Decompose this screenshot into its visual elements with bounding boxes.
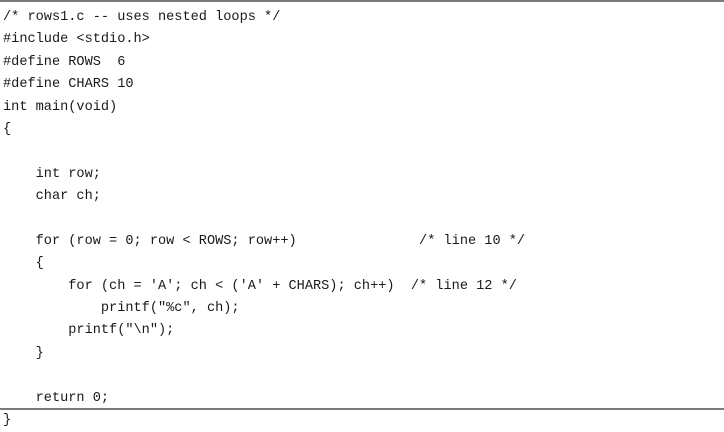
code-line-3: #define ROWS 6 — [3, 54, 126, 70]
code-line-5: int main(void) — [3, 99, 118, 115]
code-line-8: int row; — [3, 166, 101, 182]
code-line-11: for (row = 0; row < ROWS; row++) /* line… — [3, 233, 526, 249]
code-line-15: printf("\n"); — [3, 323, 175, 339]
code-line-13: for (ch = 'A'; ch < ('A' + CHARS); ch++)… — [3, 278, 517, 294]
code-line-9: char ch; — [3, 189, 101, 205]
code-line-2: #include <stdio.h> — [3, 32, 150, 48]
code-line-19: } — [3, 413, 12, 429]
code-line-14: printf("%c", ch); — [3, 301, 240, 317]
code-listing: /* rows1.c -- uses nested loops */ #incl… — [0, 0, 724, 428]
code-line-18: return 0; — [3, 390, 110, 406]
code-line-4: #define CHARS 10 — [3, 77, 134, 93]
code-block: /* rows1.c -- uses nested loops */ #incl… — [3, 7, 525, 432]
code-line-12: { — [3, 256, 44, 272]
code-line-1: /* rows1.c -- uses nested loops */ — [3, 10, 281, 25]
code-line-6: { — [3, 121, 12, 137]
code-line-16: } — [3, 345, 44, 361]
